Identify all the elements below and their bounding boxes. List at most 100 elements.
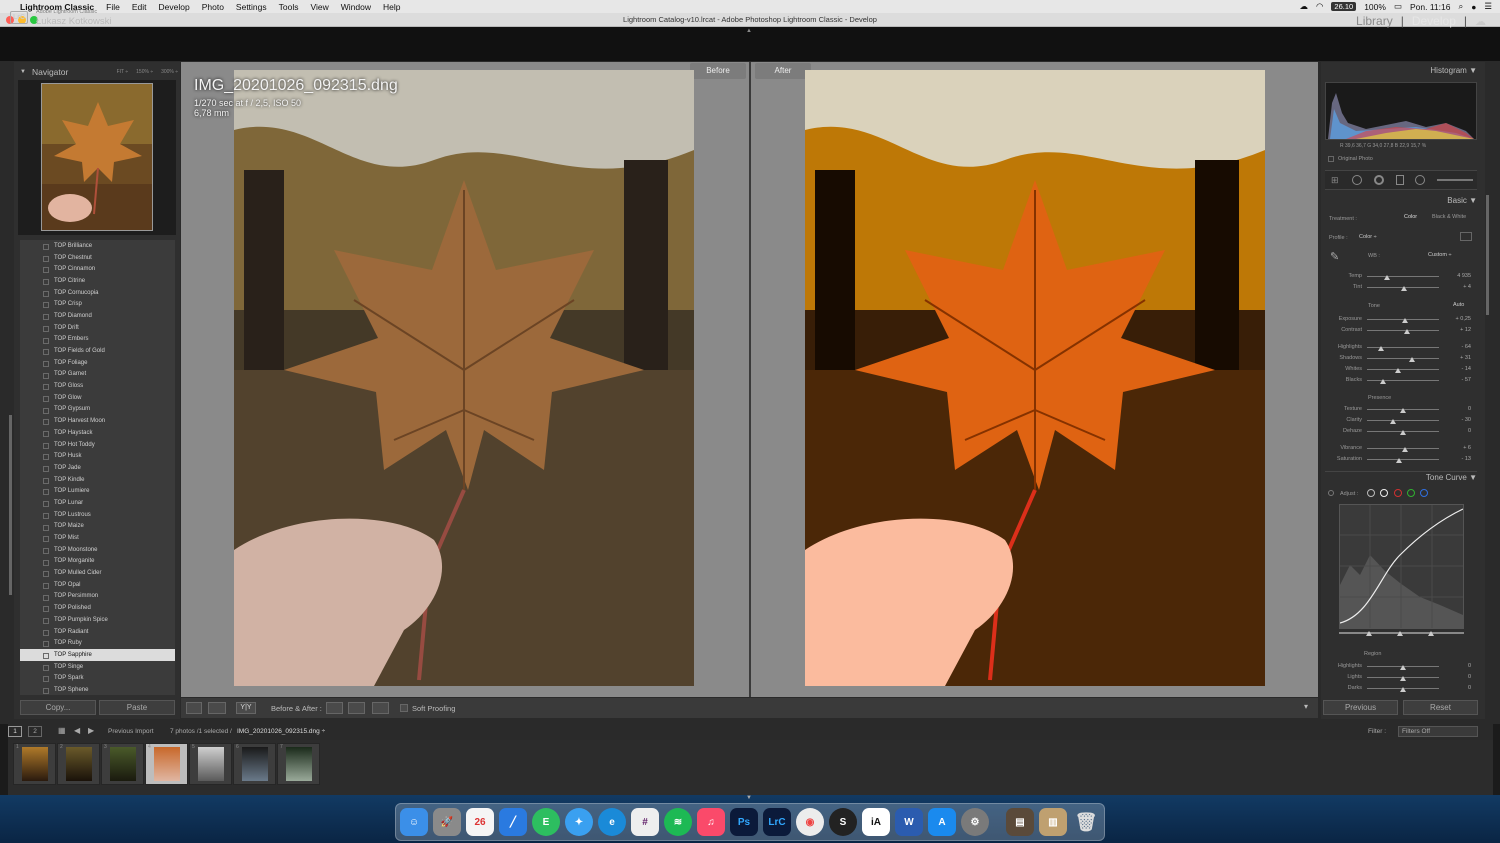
battery-icon[interactable]: ▭ (1394, 1, 1402, 12)
slider-knob-whites[interactable] (1394, 368, 1401, 373)
point-curve-icon[interactable] (1380, 489, 1388, 497)
tone-curve-graph[interactable] (1339, 504, 1464, 629)
slider-knob-contrast[interactable] (1403, 329, 1410, 334)
menu-develop[interactable]: Develop (159, 2, 190, 12)
wifi-icon[interactable]: ◠ (1316, 1, 1323, 12)
slider-track-clarity[interactable] (1367, 420, 1439, 421)
preset-item[interactable]: TOP Kindle (20, 474, 175, 486)
menu-help[interactable]: Help (383, 2, 400, 12)
preset-item[interactable]: TOP Hot Toddy (20, 439, 175, 451)
preset-item[interactable]: TOP Cornucopia (20, 287, 175, 299)
original-photo-checkbox[interactable] (1328, 156, 1334, 162)
preset-item[interactable]: TOP Diamond (20, 310, 175, 322)
preset-item[interactable]: TOP Morganite (20, 556, 175, 568)
treatment-bw[interactable]: Black & White (1432, 214, 1466, 220)
preset-item[interactable]: TOP Lunar (20, 497, 175, 509)
filmstrip-thumbnail[interactable]: 2 (57, 743, 100, 785)
preset-item[interactable]: TOP Pumpkin Spice (20, 614, 175, 626)
navigator-header[interactable]: ▼ Navigator FIT ÷ 150% ÷ 300% ÷ (20, 66, 178, 78)
preset-item[interactable]: TOP Mulled Cider (20, 567, 175, 579)
grid-view-icon[interactable]: ▦ (58, 726, 66, 735)
slider-value-highlights[interactable]: 0 (1441, 663, 1471, 669)
slider-value-lights[interactable]: 0 (1441, 674, 1471, 680)
module-library[interactable]: Library (1356, 14, 1393, 28)
filmstrip-source[interactable]: Previous Import (108, 728, 154, 735)
preset-item[interactable]: TOP Haystack (20, 427, 175, 439)
preset-item[interactable]: TOP Jade (20, 462, 175, 474)
slider-value-vibrance[interactable]: + 6 (1441, 445, 1471, 451)
collapse-triangle-icon[interactable]: ▼ (20, 69, 26, 75)
preset-item[interactable]: TOP Gypsum (20, 404, 175, 416)
photo-folder-icon[interactable]: ▤ (1006, 808, 1034, 836)
previous-button[interactable]: Previous (1323, 700, 1398, 715)
preset-item[interactable]: TOP Ruby (20, 637, 175, 649)
date-badge[interactable]: 26.10 (1331, 2, 1357, 11)
cloud-sync-icon[interactable]: ☁ (1475, 15, 1486, 28)
slider-knob-exposure[interactable] (1402, 318, 1409, 323)
slider-track-blacks[interactable] (1367, 380, 1439, 381)
tone-curve-target-icon[interactable] (1328, 490, 1334, 496)
wb-eyedropper-icon[interactable]: ✎ (1330, 250, 1339, 263)
clock[interactable]: Pon. 11:16 (1410, 2, 1451, 12)
preset-item[interactable]: TOP Polished (20, 602, 175, 614)
slider-knob-temp[interactable] (1384, 275, 1391, 280)
app-store-icon[interactable]: A (928, 808, 956, 836)
menu-window[interactable]: Window (341, 2, 371, 12)
launchpad-icon[interactable]: 🚀 (433, 808, 461, 836)
preset-item[interactable]: TOP Sapphire (20, 649, 175, 661)
menu-photo[interactable]: Photo (202, 2, 224, 12)
slider-value-texture[interactable]: 0 (1441, 406, 1471, 412)
preset-item[interactable]: TOP Lustrous (20, 509, 175, 521)
before-after-mode-button[interactable]: Y|Y (236, 702, 256, 714)
slider-value-highlights[interactable]: - 64 (1441, 344, 1471, 350)
scrivener-icon[interactable]: S (829, 808, 857, 836)
spot-removal-icon[interactable] (1352, 175, 1362, 185)
split-knob-2[interactable] (1397, 631, 1403, 636)
trash-icon[interactable]: 🗑 (1072, 808, 1100, 836)
preset-item[interactable]: TOP Sphene (20, 684, 175, 695)
copy-after-to-before-button[interactable] (348, 702, 365, 714)
preset-item[interactable]: TOP Brilliance (20, 240, 175, 252)
preset-item[interactable]: TOP Mist (20, 532, 175, 544)
preset-item[interactable]: TOP Glow (20, 392, 175, 404)
chrome-icon[interactable]: ◉ (796, 808, 824, 836)
graduated-filter-icon[interactable] (1396, 175, 1404, 185)
wb-dropdown[interactable]: Custom ÷ (1428, 252, 1452, 258)
preset-item[interactable]: TOP Fields of Gold (20, 345, 175, 357)
left-scrollbar[interactable] (9, 415, 12, 595)
preset-item[interactable]: TOP Chestnut (20, 252, 175, 264)
slider-value-blacks[interactable]: - 57 (1441, 377, 1471, 383)
treatment-color[interactable]: Color (1404, 214, 1417, 220)
photoshop-icon[interactable]: Ps (730, 808, 758, 836)
radial-filter-icon[interactable] (1415, 175, 1425, 185)
parametric-curve-icon[interactable] (1367, 489, 1375, 497)
slider-value-contrast[interactable]: + 12 (1441, 327, 1471, 333)
calendar-icon[interactable]: 26 (466, 808, 494, 836)
preset-item[interactable]: TOP Citrine (20, 275, 175, 287)
preset-item[interactable]: TOP Cinnamon (20, 263, 175, 275)
back-arrow-icon[interactable]: ◀ (74, 726, 80, 735)
preset-item[interactable]: TOP Lumiere (20, 485, 175, 497)
spotlight-icon[interactable]: ⌕ (1458, 1, 1463, 12)
green-channel-icon[interactable] (1407, 489, 1415, 497)
slider-knob-lights[interactable] (1400, 676, 1406, 681)
menu-view[interactable]: View (310, 2, 328, 12)
spotify-icon[interactable]: ≋ (664, 808, 692, 836)
xcode-icon[interactable]: ╱ (499, 808, 527, 836)
preset-item[interactable]: TOP Crisp (20, 298, 175, 310)
slider-track-shadows[interactable] (1367, 358, 1439, 359)
copy-button[interactable]: Copy... (20, 700, 96, 715)
finder-icon[interactable]: ☺ (400, 808, 428, 836)
slider-value-clarity[interactable]: - 30 (1441, 417, 1471, 423)
preset-item[interactable]: TOP Harvest Moon (20, 415, 175, 427)
module-develop[interactable]: Develop (1412, 14, 1456, 28)
navigator-thumbnail[interactable] (41, 83, 153, 231)
preset-item[interactable]: TOP Moonstone (20, 544, 175, 556)
swap-before-after-button[interactable] (372, 702, 389, 714)
basic-header[interactable]: Basic ▼ (1325, 196, 1477, 205)
filmstrip-thumbnail[interactable]: 1 (13, 743, 56, 785)
slider-knob-highlights[interactable] (1400, 665, 1406, 670)
slider-knob-saturation[interactable] (1395, 458, 1402, 463)
copy-before-to-after-button[interactable] (326, 702, 343, 714)
profile-dropdown[interactable]: Color ÷ (1359, 234, 1377, 240)
